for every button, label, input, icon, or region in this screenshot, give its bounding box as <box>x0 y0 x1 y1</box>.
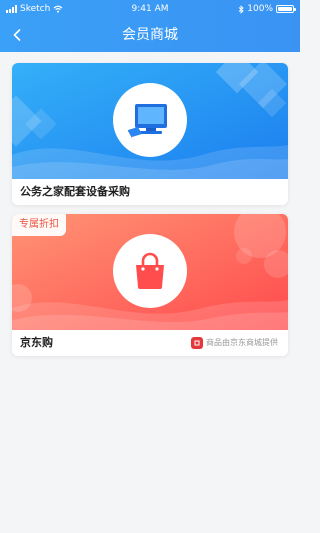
provider-text: 商品由京东商城提供 <box>206 338 278 347</box>
equipment-card-footer: 公务之家配套设备采购 <box>12 179 288 205</box>
bluetooth-icon <box>238 4 244 14</box>
computer-icon <box>128 104 167 138</box>
provider-note: 商品由京东商城提供 <box>191 337 278 349</box>
equipment-card-title: 公务之家配套设备采购 <box>20 185 130 198</box>
equipment-purchase-card[interactable]: 公务之家配套设备采购 <box>12 63 288 205</box>
nav-bar: 会员商城 <box>0 18 300 52</box>
shopping-bag-icon-circle <box>113 234 187 308</box>
battery-level <box>278 7 292 11</box>
discount-badge: 专属折扣 <box>12 214 66 236</box>
jd-banner: 专属折扣 <box>12 214 288 330</box>
status-right: 100% <box>238 0 296 18</box>
jd-logo-icon <box>191 337 203 349</box>
battery-percent: 100% <box>247 4 273 14</box>
status-bar: Sketch 9:41 AM 100% <box>0 0 300 18</box>
app-header: Sketch 9:41 AM 100% 会员商城 <box>0 0 300 52</box>
battery-icon <box>276 5 296 13</box>
jd-card-title: 京东购 <box>20 336 53 349</box>
shopping-bag-icon <box>136 252 164 289</box>
jd-card-footer: 京东购 商品由京东商城提供 <box>12 330 288 356</box>
page-title: 会员商城 <box>122 27 178 43</box>
jd-shopping-card[interactable]: 专属折扣 京东购 商品由京东商城提供 <box>12 214 288 356</box>
computer-icon-circle <box>113 83 187 157</box>
equipment-banner <box>12 63 288 179</box>
